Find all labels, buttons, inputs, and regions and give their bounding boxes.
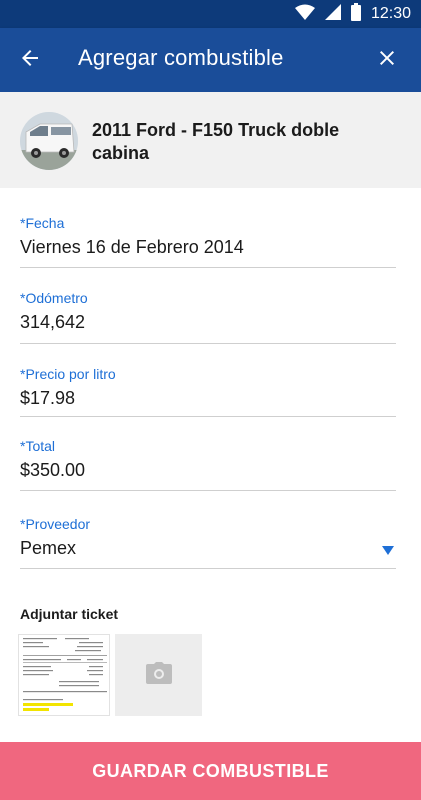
odometro-label: *Odómetro [20, 290, 88, 306]
vehicle-header: 2011 Ford - F150 Truck doble cabina [0, 92, 421, 188]
proveedor-value[interactable]: Pemex [20, 538, 396, 559]
total-label: *Total [20, 438, 56, 454]
back-button[interactable] [14, 44, 46, 76]
odometro-input[interactable]: 314,642 [20, 312, 396, 333]
total-field[interactable]: *Total $350.00 [20, 438, 396, 491]
fecha-field[interactable]: *Fecha Viernes 16 de Febrero 2014 [20, 215, 396, 268]
save-fuel-button[interactable]: GUARDAR COMBUSTIBLE [0, 742, 421, 800]
odometro-underline [20, 343, 396, 344]
odometro-field[interactable]: *Odómetro 314,642 [20, 290, 396, 344]
precio-input[interactable]: $17.98 [20, 388, 396, 409]
app-bar: Agregar combustible [0, 28, 421, 92]
fecha-label: *Fecha [20, 215, 65, 231]
dropdown-arrow-icon[interactable] [382, 546, 394, 555]
add-photo-button[interactable] [115, 634, 202, 716]
wifi-icon [294, 4, 315, 25]
total-input[interactable]: $350.00 [20, 460, 396, 481]
vehicle-name: 2011 Ford - F150 Truck doble cabina [92, 120, 340, 163]
status-icons: 12:30 [294, 2, 411, 26]
precio-label: *Precio por litro [20, 366, 116, 382]
status-bar: 12:30 [0, 0, 421, 28]
precio-field[interactable]: *Precio por litro $17.98 [20, 366, 396, 417]
signal-icon [324, 3, 341, 25]
fecha-underline [20, 267, 396, 268]
fecha-value[interactable]: Viernes 16 de Febrero 2014 [20, 237, 396, 258]
arrow-left-icon [18, 46, 42, 75]
ticket-thumbnail[interactable] [18, 634, 110, 716]
proveedor-underline [20, 568, 396, 569]
battery-icon [350, 2, 361, 26]
camera-icon [145, 661, 172, 689]
attach-ticket-label: Adjuntar ticket [20, 606, 119, 622]
proveedor-select[interactable]: *Proveedor Pemex [20, 516, 396, 569]
total-underline [20, 490, 396, 491]
status-time: 12:30 [370, 5, 411, 22]
close-button[interactable] [371, 44, 403, 76]
precio-underline [20, 416, 396, 417]
close-icon [375, 46, 399, 75]
proveedor-label: *Proveedor [20, 516, 91, 532]
vehicle-avatar [20, 112, 78, 170]
page-title: Agregar combustible [78, 45, 284, 70]
